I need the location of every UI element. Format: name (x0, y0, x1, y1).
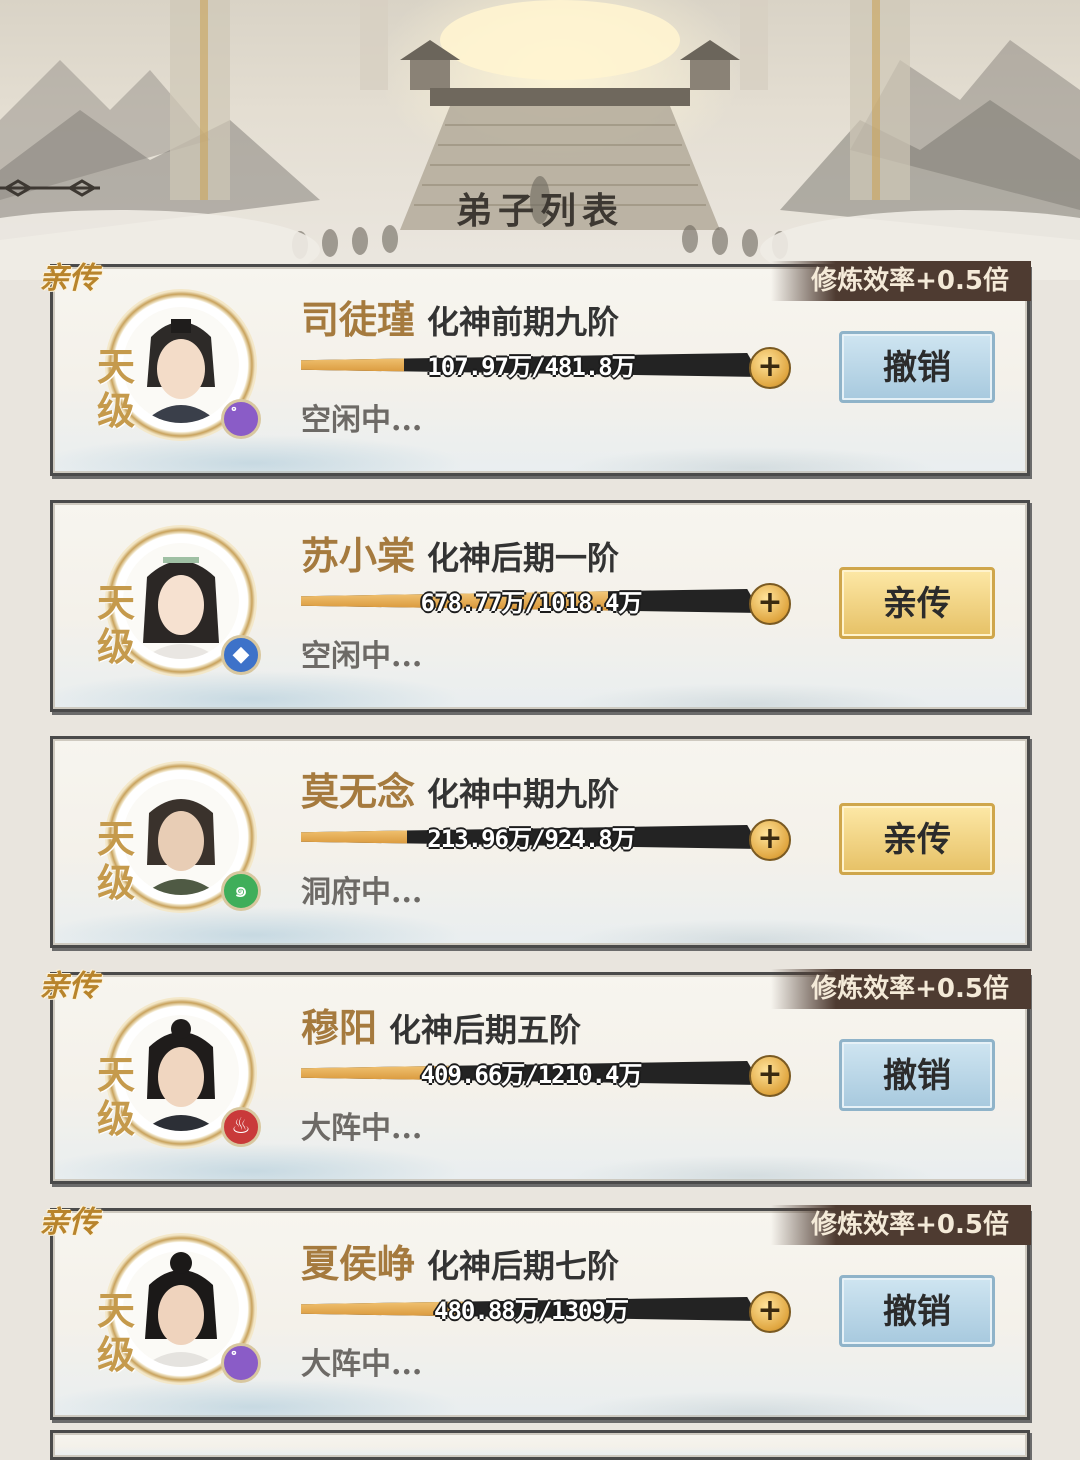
realm-label: 化神前期九阶 (427, 303, 620, 341)
tier-label: 天级 (97, 344, 136, 433)
spiral-icon: ໍ (221, 399, 261, 439)
disciple-card: 亲传 修炼效率+0.5倍 天级 ♨ 穆阳 化神后期五阶 409.66万/1210.… (39, 969, 1031, 1184)
disciple-card: 亲传 修炼效率+0.5倍 天级 ໍ 夏侯峥化神后期七阶 480.88万/1309… (39, 1205, 1031, 1420)
add-cultivation-button[interactable]: + (749, 1291, 791, 1333)
add-cultivation-button[interactable]: + (749, 583, 791, 625)
page-title: 弟子列表 (455, 190, 624, 232)
realm-label: 化神中期九阶 (427, 775, 620, 813)
disciple-card: 天级 ◆ 苏小棠 化神后期一阶 678.77万/1018.4万 + 空闲中... … (50, 500, 1030, 712)
disciple-card: 亲传 修炼效率+0.5倍 天级 ໍ 司徒瑾化神前期九阶 107.97万/481.… (39, 261, 1031, 476)
revoke-button[interactable]: 撤销 (839, 1275, 995, 1347)
personal-disciple-tag: 亲传 (39, 969, 99, 1004)
disciple-card: 天级 ๑ 莫无念 化神中期九阶 213.96万/924.8万 + 洞府中... 亲… (50, 736, 1030, 948)
revoke-button[interactable]: 撤销 (839, 1039, 995, 1111)
progress-text: 480.88万/1309万 (434, 1297, 629, 1325)
cultivation-bonus-badge: 修炼效率+0.5倍 (771, 1205, 1031, 1245)
revoke-button[interactable]: 撤销 (839, 331, 995, 403)
crystal-icon: ◆ (221, 635, 261, 675)
status-text: 大阵中... (301, 1347, 423, 1382)
temple-illustration (0, 0, 1080, 280)
portrait-image (123, 543, 239, 659)
portrait-image (123, 307, 239, 423)
progress-text: 409.66万/1210.4万 (420, 1061, 643, 1089)
tier-label: 天级 (97, 1052, 136, 1141)
disciple-name: 苏小棠 化神后期一阶 (301, 533, 620, 578)
disciple-name: 穆阳 化神后期五阶 (301, 1005, 582, 1050)
wind-icon: ๑ (221, 871, 261, 911)
add-cultivation-button[interactable]: + (749, 819, 791, 861)
spiral-icon: ໍ (221, 1343, 261, 1383)
add-cultivation-button[interactable]: + (749, 347, 791, 389)
portrait-image (123, 1251, 239, 1367)
progress-text: 678.77万/1018.4万 (420, 589, 643, 617)
flame-icon: ♨ (221, 1107, 261, 1147)
realm-label: 化神后期一阶 (427, 539, 620, 577)
tier-label: 天级 (97, 1288, 136, 1377)
right-ornament-icon (3, 179, 100, 197)
realm-label: 化神后期五阶 (389, 1011, 582, 1049)
promote-disciple-button[interactable]: 亲传 (839, 803, 995, 875)
title-bar: 弟子列表 (0, 178, 1080, 238)
portrait-image (123, 1015, 239, 1131)
personal-disciple-tag: 亲传 (39, 1205, 99, 1240)
portrait-image (123, 779, 239, 895)
tier-label: 天级 (97, 580, 136, 669)
header-scene: 弟子列表 (0, 0, 1080, 280)
status-text: 大阵中... (301, 1111, 423, 1146)
disciple-name: 莫无念 化神中期九阶 (301, 769, 620, 814)
add-cultivation-button[interactable]: + (749, 1055, 791, 1097)
tier-label: 天级 (97, 816, 136, 905)
status-text: 洞府中... (301, 875, 423, 910)
disciple-name: 司徒瑾 化神前期九阶 (301, 297, 620, 342)
disciple-name: 夏侯峥 化神后期七阶 (301, 1241, 620, 1286)
progress-text: 107.97万/481.8万 (427, 353, 635, 381)
promote-disciple-button[interactable]: 亲传 (839, 567, 995, 639)
cultivation-bonus-badge: 修炼效率+0.5倍 (771, 261, 1031, 301)
status-text: 空闲中... (301, 403, 423, 438)
progress-text: 213.96万/924.8万 (427, 825, 635, 853)
status-text: 空闲中... (301, 639, 423, 674)
realm-label: 化神后期七阶 (427, 1247, 620, 1285)
personal-disciple-tag: 亲传 (39, 261, 99, 296)
disciple-card (50, 1430, 1030, 1460)
cultivation-bonus-badge: 修炼效率+0.5倍 (771, 969, 1031, 1009)
